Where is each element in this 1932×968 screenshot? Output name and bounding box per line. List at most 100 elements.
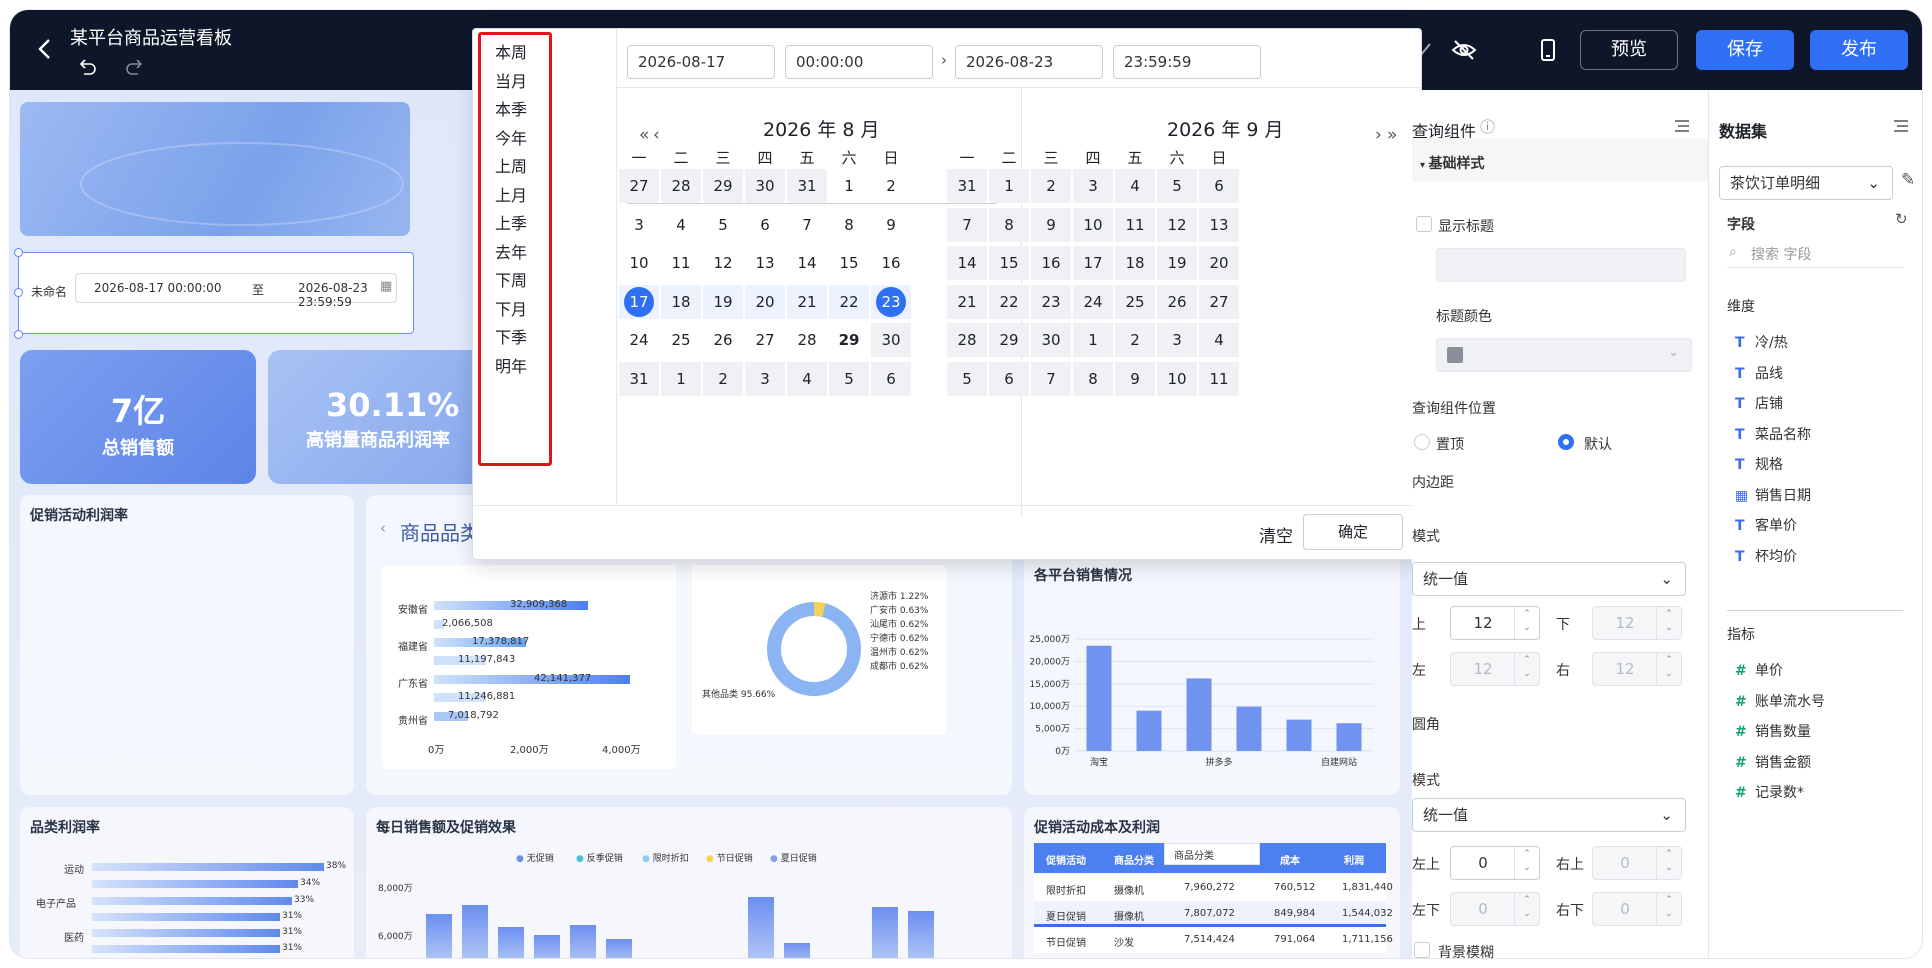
calendar-day[interactable]: 13 <box>745 246 785 280</box>
calendar-day[interactable]: 11 <box>1115 207 1155 242</box>
measure-field[interactable]: # 单价 <box>1735 660 1783 680</box>
calendar-day[interactable]: 10 <box>1157 362 1197 396</box>
preset-item[interactable]: 上季 <box>495 210 527 234</box>
hide-icon[interactable] <box>1450 36 1478 64</box>
calendar-day[interactable]: 17 <box>1073 246 1113 281</box>
calendar-day[interactable]: 13 <box>1199 207 1239 242</box>
calendar-day[interactable]: 28 <box>947 323 987 358</box>
calendar-day[interactable]: 3 <box>1073 169 1113 203</box>
calendar-day[interactable]: 27 <box>745 323 785 357</box>
preset-item[interactable]: 去年 <box>495 239 527 263</box>
blur-checkbox[interactable] <box>1414 942 1430 958</box>
calendar-day[interactable]: 8 <box>1073 362 1113 396</box>
pad-up-stepper[interactable]: 12 <box>1450 606 1540 640</box>
calendar-day[interactable]: 7 <box>787 208 827 242</box>
calendar-day[interactable]: 11 <box>1199 362 1239 396</box>
clear-button[interactable]: 清空 <box>1259 522 1293 547</box>
calendar-day[interactable]: 24 <box>1073 284 1113 319</box>
preset-item[interactable]: 明年 <box>495 353 527 377</box>
calendar-day[interactable]: 22 <box>829 284 869 319</box>
next-year-icon[interactable]: » <box>1387 125 1397 145</box>
calendar-day[interactable]: 8 <box>989 207 1029 242</box>
undo-icon[interactable] <box>76 56 98 78</box>
calendar-day[interactable]: 6 <box>1199 169 1239 203</box>
calendar-day[interactable]: 14 <box>787 246 827 280</box>
dimension-field[interactable]: T 菜品名称 <box>1735 424 1811 444</box>
preset-item[interactable]: 本季 <box>495 96 527 120</box>
calendar-day[interactable]: 5 <box>703 208 743 242</box>
dimension-field[interactable]: T 店铺 <box>1735 393 1783 413</box>
preset-item[interactable]: 今年 <box>495 125 527 149</box>
calendar-day[interactable]: 2 <box>703 362 743 396</box>
measure-field[interactable]: # 账单流水号 <box>1735 691 1825 711</box>
calendar-day[interactable]: 15 <box>989 246 1029 281</box>
back-arrow-icon[interactable] <box>32 36 58 62</box>
calendar-day[interactable]: 18 <box>661 284 701 319</box>
calendar-day[interactable]: 26 <box>703 323 743 357</box>
calendar-day[interactable]: 9 <box>1031 207 1071 242</box>
start-time-input[interactable]: 00:00:00 <box>785 45 933 79</box>
calendar-day[interactable]: 7 <box>1031 362 1071 396</box>
calendar-day[interactable]: 29 <box>989 323 1029 358</box>
calendar-day[interactable]: 5 <box>947 362 987 396</box>
radius-tl-stepper[interactable]: 0 <box>1450 846 1540 880</box>
preset-item[interactable]: 下月 <box>495 296 527 320</box>
calendar-day[interactable]: 6 <box>871 362 911 396</box>
calendar-day[interactable]: 11 <box>661 246 701 280</box>
calendar-day[interactable]: 5 <box>829 362 869 396</box>
radius-bl-stepper[interactable]: 0 <box>1450 892 1540 926</box>
calendar-day[interactable]: 26 <box>1157 284 1197 319</box>
calendar-day[interactable]: 16 <box>1031 246 1071 281</box>
calendar-day[interactable]: 16 <box>871 246 911 280</box>
radius-br-stepper[interactable]: 0 <box>1592 892 1682 926</box>
calendar-day[interactable]: 21 <box>787 284 827 319</box>
calendar-day[interactable]: 3 <box>1157 323 1197 358</box>
calendar-day[interactable]: 2 <box>1031 169 1071 203</box>
preset-item[interactable]: 下季 <box>495 324 527 348</box>
pad-left-stepper[interactable]: 12 <box>1450 652 1540 686</box>
dimension-field[interactable]: ▦ 销售日期 <box>1735 485 1811 505</box>
calendar-day[interactable]: 21 <box>947 284 987 319</box>
calendar-day[interactable]: 25 <box>1115 284 1155 319</box>
calendar-day[interactable]: 4 <box>1199 323 1239 358</box>
dimension-field[interactable]: T 冷/热 <box>1735 332 1788 352</box>
calendar-day[interactable]: 23 <box>1031 284 1071 319</box>
calendar-day[interactable]: 28 <box>787 323 827 357</box>
calendar-day[interactable]: 4 <box>661 208 701 242</box>
calendar-day[interactable]: 19 <box>703 284 743 319</box>
resize-handle[interactable] <box>14 248 23 257</box>
calendar-day[interactable]: 30 <box>745 169 785 203</box>
publish-button[interactable]: 发布 <box>1810 30 1908 70</box>
calendar-day[interactable]: 8 <box>829 208 869 242</box>
measure-field[interactable]: # 销售数量 <box>1735 721 1811 741</box>
calendar-day[interactable]: 1 <box>829 169 869 203</box>
calendar-day[interactable]: 1 <box>989 169 1029 203</box>
calendar-day[interactable]: 28 <box>661 169 701 203</box>
query-widget[interactable]: 未命名 2026-08-17 00:00:00 至 2026-08-23 23:… <box>18 252 414 334</box>
calendar-day[interactable]: 24 <box>619 323 659 357</box>
calendar-day[interactable]: 30 <box>871 323 911 358</box>
calendar-day[interactable]: 10 <box>1073 207 1113 242</box>
calendar-day[interactable]: 29 <box>703 169 743 203</box>
calendar-day[interactable]: 12 <box>703 246 743 280</box>
end-time-input[interactable]: 23:59:59 <box>1113 45 1261 79</box>
preset-item[interactable]: 当月 <box>495 68 527 92</box>
calendar-day[interactable]: 23 <box>871 284 911 319</box>
dimension-field[interactable]: T 客单价 <box>1735 515 1797 535</box>
confirm-button[interactable]: 确定 <box>1303 514 1403 550</box>
title-input[interactable] <box>1436 248 1686 282</box>
calendar-day[interactable]: 22 <box>989 284 1029 319</box>
chevron-left-icon[interactable]: ‹ <box>380 519 386 537</box>
mobile-icon[interactable] <box>1534 36 1562 64</box>
calendar-day[interactable]: 10 <box>619 246 659 280</box>
show-title-checkbox[interactable] <box>1416 216 1432 232</box>
calendar-day[interactable]: 6 <box>745 208 785 242</box>
calendar-day[interactable]: 27 <box>1199 284 1239 319</box>
start-date-input[interactable]: 2026-08-17 <box>627 45 775 79</box>
radio-default[interactable] <box>1558 434 1574 450</box>
calendar-day[interactable]: 15 <box>829 246 869 280</box>
collapse-panel-icon[interactable] <box>1674 118 1690 134</box>
title-color-picker[interactable]: ⌄ <box>1436 338 1692 372</box>
calendar-day[interactable]: 6 <box>989 362 1029 396</box>
calendar-day[interactable]: 2 <box>871 169 911 203</box>
